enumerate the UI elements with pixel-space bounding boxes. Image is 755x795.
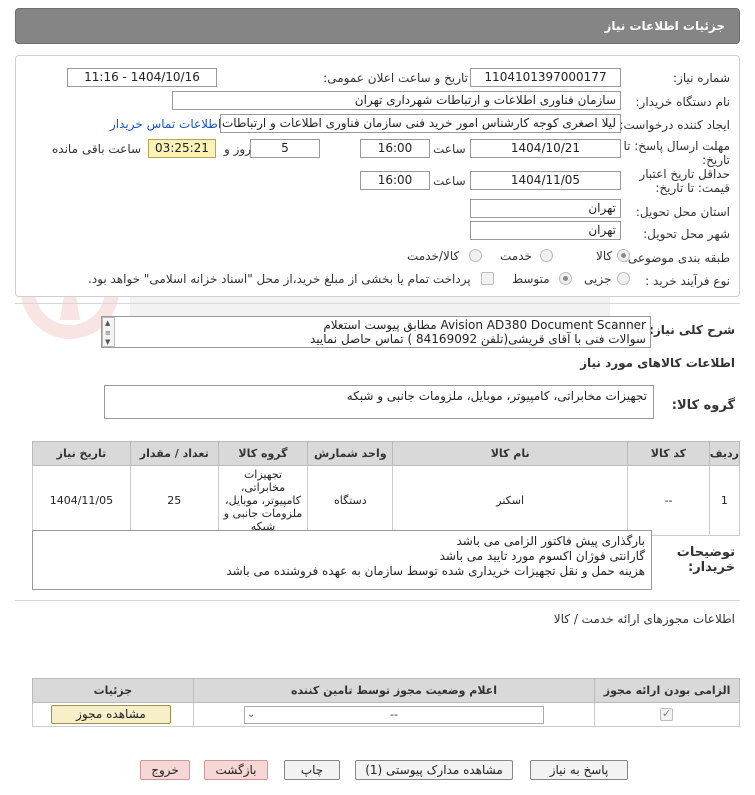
process-minor-label: جزیی	[584, 272, 612, 286]
scroll-down-icon[interactable]: ▼	[105, 338, 110, 346]
contact-info-link[interactable]: اطلاعات تماس خریدار	[110, 117, 221, 131]
validity-time-field: 16:00	[360, 171, 430, 190]
col-qty: تعداد / مقدار	[129, 441, 219, 466]
divider	[15, 303, 740, 304]
process-medium-radio[interactable]	[559, 272, 572, 285]
buyer-notes-line-3: هزینه حمل و نقل تجهیزات خریداری شده توسط…	[226, 564, 645, 578]
scroll-up-icon[interactable]: ▲	[105, 319, 110, 327]
permit-required-checkbox	[660, 707, 673, 721]
buyer-notes-textarea[interactable]: بارگذاری پیش فاکتور الزامی می باشد گاران…	[32, 530, 652, 590]
col-permit-details: جزئیات	[32, 678, 194, 703]
creator-field: لیلا اصغری کوجه کارشناس امور خرید فنی سا…	[220, 114, 621, 133]
cell-date: 1404/11/05	[32, 465, 131, 536]
goods-group-textarea[interactable]: تجهیزات مخابراتی، کامپیوتر، موبایل، ملزو…	[104, 385, 654, 419]
days-label: روز و	[224, 142, 251, 156]
goods-section-title: اطلاعات کالاهای مورد نیاز	[580, 356, 735, 370]
description-textarea[interactable]: Avision AD380 Document Scanner مطابق پیو…	[101, 316, 651, 348]
view-permit-button[interactable]: مشاهده مجوز	[51, 705, 171, 724]
reply-button[interactable]: پاسخ به نیاز	[530, 760, 628, 780]
back-button[interactable]: بازگشت	[204, 760, 268, 780]
category-label: طبقه بندی موضوعی:	[623, 251, 730, 265]
process-minor-radio[interactable]	[617, 272, 630, 285]
permits-table-header: الزامی بودن ارائه مجوز اعلام وضعیت مجوز …	[32, 678, 740, 703]
cell-code: --	[627, 465, 710, 536]
category-goods-radio[interactable]	[617, 249, 630, 262]
description-scrollbar[interactable]: ▲ ≡ ▼	[102, 317, 115, 347]
category-both-radio[interactable]	[469, 249, 482, 262]
chevron-down-icon: ⌄	[247, 709, 256, 720]
days-remaining-field: 5	[250, 139, 320, 158]
goods-group-label: گروه کالا:	[671, 398, 735, 413]
permit-status-select[interactable]: -- ⌄	[244, 706, 544, 724]
treasury-payment-note: پرداخت تمام یا بخشی از مبلغ خرید،از محل …	[88, 272, 471, 286]
cell-qty: 25	[129, 465, 219, 536]
print-button[interactable]: چاپ	[284, 760, 340, 780]
buyer-notes-label: توضیحات	[676, 545, 735, 560]
cell-group: تجهیزات مخابراتی، کامپیوتر، موبایل، ملزو…	[217, 465, 309, 536]
table-row[interactable]: 1 -- اسکنر دستگاه تجهیزات مخابراتی، کامپ…	[32, 465, 741, 536]
col-permit-status: اعلام وضعیت مجوز توسط تامین کننده	[192, 678, 596, 703]
city-label: شهر محل تحویل:	[643, 227, 730, 241]
announce-field: 1404/10/16 - 11:16	[67, 68, 217, 87]
permit-status-value: --	[390, 708, 398, 721]
creator-label: ایجاد کننده درخواست:	[619, 118, 730, 132]
col-unit: واحد شمارش	[307, 441, 394, 466]
cell-name: اسکنر	[392, 465, 629, 536]
reply-deadline-label-2: تاریخ:	[702, 153, 730, 167]
col-name: نام کالا	[392, 441, 629, 466]
remaining-time-label: ساعت باقی مانده	[52, 142, 142, 156]
col-date: تاریخ نیاز	[32, 441, 131, 466]
reply-time-label: ساعت	[433, 142, 466, 156]
buyer-notes-line-2: گارانتی فوژان اکسوم مورد تایید می باشد	[439, 549, 645, 563]
reply-time-field: 16:00	[360, 139, 430, 158]
buyer-org-label: نام دستگاه خریدار:	[635, 95, 731, 109]
col-group: گروه کالا	[217, 441, 309, 466]
remaining-time-timer: 03:25:21	[148, 139, 216, 158]
view-attachments-button[interactable]: مشاهده مدارک پیوستی (1)	[355, 760, 513, 780]
process-medium-label: متوسط	[512, 272, 550, 286]
category-service-label: خدمت	[500, 249, 532, 263]
buyer-notes-label-2: خریدار:	[688, 560, 735, 575]
reply-date-field: 1404/10/21	[470, 139, 621, 158]
divider	[15, 600, 740, 601]
need-number-field: 1104101397000177	[470, 68, 621, 87]
province-label: استان محل تحویل:	[635, 205, 730, 219]
col-code: کد کالا	[627, 441, 710, 466]
buyer-notes-line-1: بارگذاری پیش فاکتور الزامی می باشد	[456, 534, 645, 548]
validity-label-2: قیمت: تا تاریخ:	[655, 181, 730, 195]
category-both-label: کالا/خدمت	[407, 249, 460, 263]
city-field: تهران	[470, 221, 621, 240]
page-title: جزئیات اطلاعات نیاز	[604, 19, 725, 33]
validity-date-field: 1404/11/05	[470, 171, 621, 190]
cell-unit: دستگاه	[307, 465, 394, 536]
validity-time-label: ساعت	[433, 174, 466, 188]
scroll-grip-icon: ≡	[105, 329, 111, 337]
process-label: نوع فرآیند خرید :	[645, 274, 730, 288]
exit-button[interactable]: خروج	[140, 760, 190, 780]
province-field: تهران	[470, 199, 621, 218]
category-service-radio[interactable]	[540, 249, 553, 262]
page-header: جزئیات اطلاعات نیاز	[15, 8, 740, 44]
goods-table: ردیف کد کالا نام کالا واحد شمارش گروه کا…	[32, 441, 741, 536]
col-row: ردیف	[708, 441, 741, 466]
need-number-label: شماره نیاز:	[673, 71, 730, 85]
permits-section-title: اطلاعات مجوزهای ارائه خدمت / کالا	[553, 612, 735, 626]
description-line-2: سوالات فنی با آقای قریشی(تلفن 84169092 )…	[309, 332, 646, 346]
buyer-org-field: سازمان فناوری اطلاعات و ارتباطات شهرداری…	[172, 91, 621, 110]
treasury-payment-checkbox[interactable]	[481, 272, 494, 285]
col-permit-required: الزامی بودن ارائه مجوز	[594, 678, 740, 703]
goods-table-header: ردیف کد کالا نام کالا واحد شمارش گروه کا…	[32, 441, 741, 466]
category-goods-label: کالا	[596, 249, 613, 263]
announce-label: تاریخ و ساعت اعلان عمومی:	[323, 71, 468, 85]
cell-row: 1	[708, 465, 741, 536]
validity-label: حداقل تاریخ اعتبار	[639, 167, 730, 181]
reply-deadline-label: مهلت ارسال پاسخ: تا	[623, 139, 730, 153]
description-label: شرح کلی نیاز:	[649, 323, 735, 337]
description-line-1: Avision AD380 Document Scanner مطابق پیو…	[323, 318, 646, 332]
